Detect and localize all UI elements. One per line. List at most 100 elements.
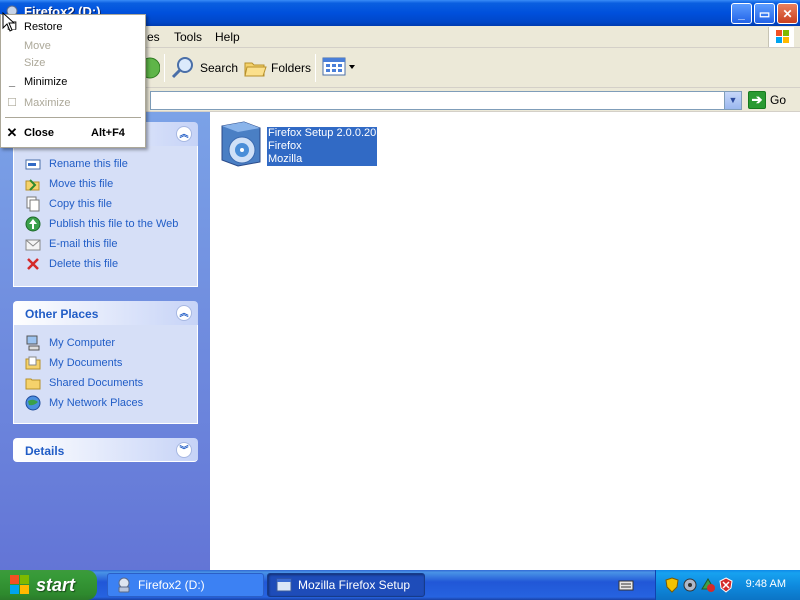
task-label: Rename this file: [49, 158, 128, 170]
sysmenu-restore[interactable]: ❐ Restore: [2, 19, 144, 37]
minimize-icon: _: [8, 76, 16, 88]
keyboard-icon[interactable]: [618, 577, 634, 593]
task-label: Delete this file: [49, 258, 119, 270]
menu-favorites[interactable]: es: [147, 30, 160, 44]
folders-icon: [244, 62, 267, 77]
network-icon[interactable]: [682, 577, 698, 593]
file-company: Mozilla: [268, 153, 303, 165]
panel-title: Details: [25, 444, 65, 458]
sysmenu-minimize[interactable]: _ Minimize: [2, 74, 144, 92]
taskbar-button-firefox-setup[interactable]: Mozilla Firefox Setup: [267, 573, 425, 597]
address-dropdown-icon[interactable]: ▼: [724, 92, 741, 109]
task-label: Copy this file: [49, 198, 112, 210]
search-button[interactable]: Search: [170, 56, 238, 80]
copy-icon: [25, 196, 41, 212]
close-icon: ✕: [6, 125, 18, 140]
folders-button[interactable]: Folders: [243, 56, 311, 80]
expand-icon[interactable]: ︾: [176, 442, 192, 458]
my-computer-icon: [25, 335, 41, 351]
views-button[interactable]: [322, 56, 356, 78]
place-label: Shared Documents: [49, 377, 144, 389]
menu-separator: [5, 117, 141, 118]
file-label: Firefox Setup 2.0.0.20 Firefox Mozilla: [267, 127, 378, 166]
my-documents-icon: [25, 355, 41, 371]
folders-label: Folders: [271, 61, 312, 75]
go-label: Go: [770, 93, 787, 107]
windows-logo-icon: [10, 575, 30, 595]
place-shared-documents[interactable]: Shared Documents: [14, 373, 197, 393]
delete-icon: [25, 256, 41, 272]
file-name: Firefox Setup 2.0.0.20: [268, 127, 377, 139]
details-panel: Details ︾: [13, 438, 198, 462]
close-icon: ✕: [782, 6, 793, 21]
collapse-icon[interactable]: ︽: [176, 126, 192, 142]
panel-title: Other Places: [25, 307, 99, 321]
task-move-file[interactable]: Move this file: [14, 174, 197, 194]
setup-icon: [276, 578, 292, 592]
move-icon: [25, 176, 41, 192]
minimize-window-button[interactable]: _: [731, 3, 752, 24]
sysmenu-maximize[interactable]: ☐ Maximize: [2, 95, 144, 113]
menu-label: Maximize: [24, 97, 71, 109]
task-copy-file[interactable]: Copy this file: [14, 194, 197, 214]
other-places-header[interactable]: Other Places ︽: [13, 301, 198, 325]
details-header[interactable]: Details ︾: [13, 438, 198, 462]
collapse-icon[interactable]: ︽: [176, 305, 192, 321]
go-button[interactable]: ➔ Go: [748, 91, 786, 109]
restore-icon: ▭: [758, 6, 771, 21]
drive-icon: [118, 577, 130, 593]
menu-tools[interactable]: Tools: [174, 30, 202, 44]
start-label: start: [36, 574, 76, 595]
menu-label: Size: [24, 57, 46, 69]
sysmenu-close[interactable]: ✕ Close Alt+F4: [2, 125, 144, 143]
restore-window-button[interactable]: ▭: [754, 3, 775, 24]
network-places-icon: [25, 395, 41, 411]
menu-help[interactable]: Help: [215, 30, 240, 44]
sysmenu-move[interactable]: Move: [2, 38, 144, 56]
start-button[interactable]: start: [0, 570, 97, 600]
task-label: Publish this file to the Web: [49, 218, 179, 230]
task-label: E-mail this file: [49, 238, 118, 250]
system-menu: ❐ Restore Move Size _ Minimize ☐ Maximiz…: [0, 14, 146, 148]
shared-documents-icon: [25, 375, 41, 391]
taskbar-button-label: Firefox2 (D:): [138, 578, 205, 592]
taskbar-button-firefox2-drive[interactable]: Firefox2 (D:): [107, 573, 264, 597]
firewall-icon[interactable]: [700, 577, 716, 593]
search-label: Search: [200, 61, 239, 75]
place-network-places[interactable]: My Network Places: [14, 393, 197, 413]
place-my-computer[interactable]: My Computer: [14, 333, 197, 353]
installer-cd-icon: [221, 121, 261, 167]
file-item-firefox-setup[interactable]: Firefox Setup 2.0.0.20 Firefox Mozilla: [216, 118, 386, 170]
file-view[interactable]: Firefox Setup 2.0.0.20 Firefox Mozilla: [210, 112, 800, 570]
task-rename-file[interactable]: Rename this file: [14, 154, 197, 174]
menu-accelerator: Alt+F4: [91, 127, 125, 139]
menu-label: Minimize: [24, 76, 68, 88]
file-description: Firefox: [268, 140, 302, 152]
place-label: My Documents: [49, 357, 123, 369]
place-my-documents[interactable]: My Documents: [14, 353, 197, 373]
taskbar-button-label: Mozilla Firefox Setup: [298, 578, 411, 592]
maximize-icon: ☐: [7, 97, 17, 109]
menu-label: Close: [24, 127, 54, 139]
address-input[interactable]: ▼: [150, 91, 742, 110]
task-publish-web[interactable]: Publish this file to the Web: [14, 214, 197, 234]
close-window-button[interactable]: ✕: [777, 3, 798, 24]
windows-logo-icon: [768, 27, 794, 47]
task-label: Move this file: [49, 178, 114, 190]
clock[interactable]: 9:48 AM: [746, 578, 786, 590]
mouse-cursor-icon: [2, 12, 16, 32]
security-shield-icon[interactable]: [664, 577, 680, 593]
email-icon: [25, 236, 41, 252]
place-label: My Computer: [49, 337, 116, 349]
security-alert-icon[interactable]: [718, 577, 734, 593]
other-places-panel: Other Places ︽ My Computer My Documents …: [13, 301, 198, 424]
go-arrow-icon: ➔: [748, 91, 766, 109]
task-email-file[interactable]: E-mail this file: [14, 234, 197, 254]
menu-label: Restore: [24, 21, 63, 33]
rename-icon: [25, 156, 41, 172]
place-label: My Network Places: [49, 397, 144, 409]
search-icon: [171, 57, 193, 79]
task-delete-file[interactable]: Delete this file: [14, 254, 197, 274]
taskbar: start Firefox2 (D:) Mozilla Firefox Setu…: [0, 570, 800, 600]
sysmenu-size[interactable]: Size: [2, 55, 144, 73]
